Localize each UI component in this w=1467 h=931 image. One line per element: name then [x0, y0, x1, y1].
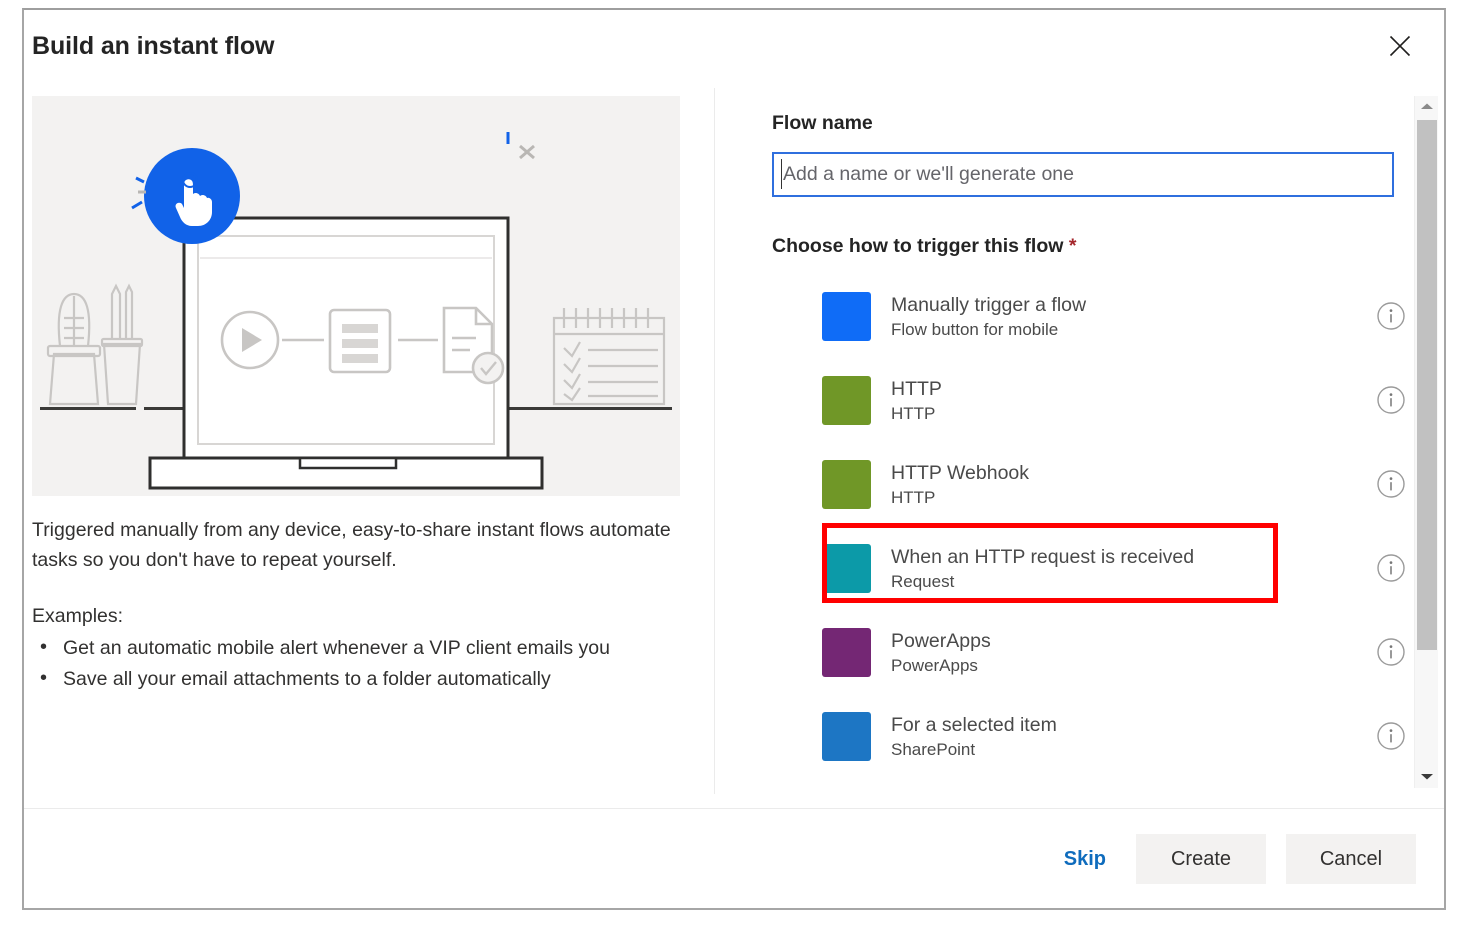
- trigger-option-text: Manually trigger a flow Flow button for …: [891, 292, 1374, 341]
- info-circle-icon[interactable]: [1374, 299, 1408, 333]
- examples-list: Get an automatic mobile alert whenever a…: [32, 632, 672, 695]
- trigger-option-subtitle: PowerApps: [891, 655, 978, 675]
- panel-divider: [714, 88, 715, 794]
- build-instant-flow-dialog: Build an instant flow Triggered manually…: [22, 8, 1446, 910]
- trigger-option-title: HTTP: [891, 377, 942, 400]
- trigger-list[interactable]: Manually trigger a flow Flow button for …: [772, 274, 1424, 787]
- flow-name-label: Flow name: [772, 112, 873, 134]
- trigger-option-powerapps[interactable]: PowerApps PowerApps: [772, 610, 1424, 694]
- page-title: Build an instant flow: [32, 32, 275, 60]
- trigger-option-subtitle: SharePoint: [891, 739, 976, 759]
- connector-icon: [822, 627, 871, 677]
- trigger-option-text: When an HTTP request is received Request: [891, 544, 1374, 593]
- trigger-option-subtitle: Request: [891, 571, 955, 591]
- dialog-header: Build an instant flow: [24, 10, 1444, 78]
- trigger-option-when-an-http-request-is-received[interactable]: When an HTTP request is received Request: [772, 526, 1424, 610]
- trigger-option-text: HTTP HTTP: [891, 376, 1374, 425]
- trigger-option-http[interactable]: HTTP HTTP: [772, 358, 1424, 442]
- trigger-option-text: PowerApps PowerApps: [891, 628, 1374, 677]
- trigger-option-text: HTTP Webhook HTTP: [891, 460, 1374, 509]
- cancel-button[interactable]: Cancel: [1286, 834, 1416, 884]
- trigger-option-manually-trigger-a-flow[interactable]: Manually trigger a flow Flow button for …: [772, 274, 1424, 358]
- trigger-option-text: For a selected item SharePoint: [891, 712, 1374, 761]
- trigger-list-scrollbar[interactable]: [1414, 96, 1438, 788]
- info-panel: Triggered manually from any device, easy…: [24, 78, 714, 808]
- connector-icon: [822, 459, 871, 509]
- trigger-option-for-a-selected-item[interactable]: For a selected item SharePoint: [772, 694, 1424, 778]
- connector-icon: [822, 291, 871, 341]
- trigger-selection-panel: Flow name Choose how to trigger this flo…: [724, 78, 1444, 808]
- info-panel-copy: Triggered manually from any device, easy…: [32, 515, 672, 695]
- scrollbar-thumb[interactable]: [1417, 120, 1437, 650]
- create-button[interactable]: Create: [1136, 834, 1266, 884]
- chevron-up-icon: [1420, 98, 1434, 116]
- info-circle-icon[interactable]: [1374, 383, 1408, 417]
- trigger-option-title: When an HTTP request is received: [891, 545, 1195, 568]
- close-icon: [1387, 33, 1413, 59]
- connector-icon: [822, 543, 871, 593]
- info-circle-icon[interactable]: [1374, 635, 1408, 669]
- dialog-body: Triggered manually from any device, easy…: [24, 78, 1444, 808]
- dialog-footer: Skip Create Cancel: [24, 808, 1444, 908]
- info-circle-icon[interactable]: [1374, 551, 1408, 585]
- required-asterisk: *: [1068, 235, 1077, 257]
- trigger-option-title: For a selected item: [891, 713, 1057, 736]
- skip-button[interactable]: Skip: [1054, 838, 1116, 881]
- trigger-section-label-text: Choose how to trigger this flow: [772, 235, 1064, 257]
- list-item: Save all your email attachments to a fol…: [40, 663, 672, 695]
- close-button[interactable]: [1382, 28, 1418, 64]
- examples-label: Examples:: [32, 605, 124, 627]
- flow-name-input[interactable]: [772, 152, 1394, 197]
- text-caret: [781, 159, 782, 189]
- info-circle-icon[interactable]: [1374, 467, 1408, 501]
- chevron-down-icon: [1420, 768, 1434, 786]
- connector-icon: [822, 375, 871, 425]
- info-circle-icon[interactable]: [1374, 719, 1408, 753]
- footer-actions: Skip Create Cancel: [1054, 834, 1416, 884]
- trigger-option-subtitle: Flow button for mobile: [891, 319, 1059, 339]
- trigger-option-subtitle: HTTP: [891, 403, 936, 423]
- instant-flow-illustration: [32, 96, 680, 496]
- trigger-option-http-webhook[interactable]: HTTP Webhook HTTP: [772, 442, 1424, 526]
- screen: Build an instant flow Triggered manually…: [0, 0, 1467, 931]
- trigger-option-subtitle: HTTP: [891, 487, 936, 507]
- instant-flow-description: Triggered manually from any device, easy…: [32, 519, 671, 571]
- tap-badge-icon: [144, 148, 240, 244]
- trigger-option-title: Manually trigger a flow: [891, 293, 1087, 316]
- trigger-option-for-a-selected-file[interactable]: For a selected file: [772, 778, 1424, 787]
- trigger-option-title: HTTP Webhook: [891, 461, 1030, 484]
- list-item: Get an automatic mobile alert whenever a…: [40, 632, 672, 664]
- trigger-section-label: Choose how to trigger this flow *: [772, 235, 1076, 258]
- scroll-up-button[interactable]: [1415, 96, 1439, 118]
- scroll-down-button[interactable]: [1415, 766, 1439, 788]
- connector-icon: [822, 711, 871, 761]
- trigger-option-title: PowerApps: [891, 629, 991, 652]
